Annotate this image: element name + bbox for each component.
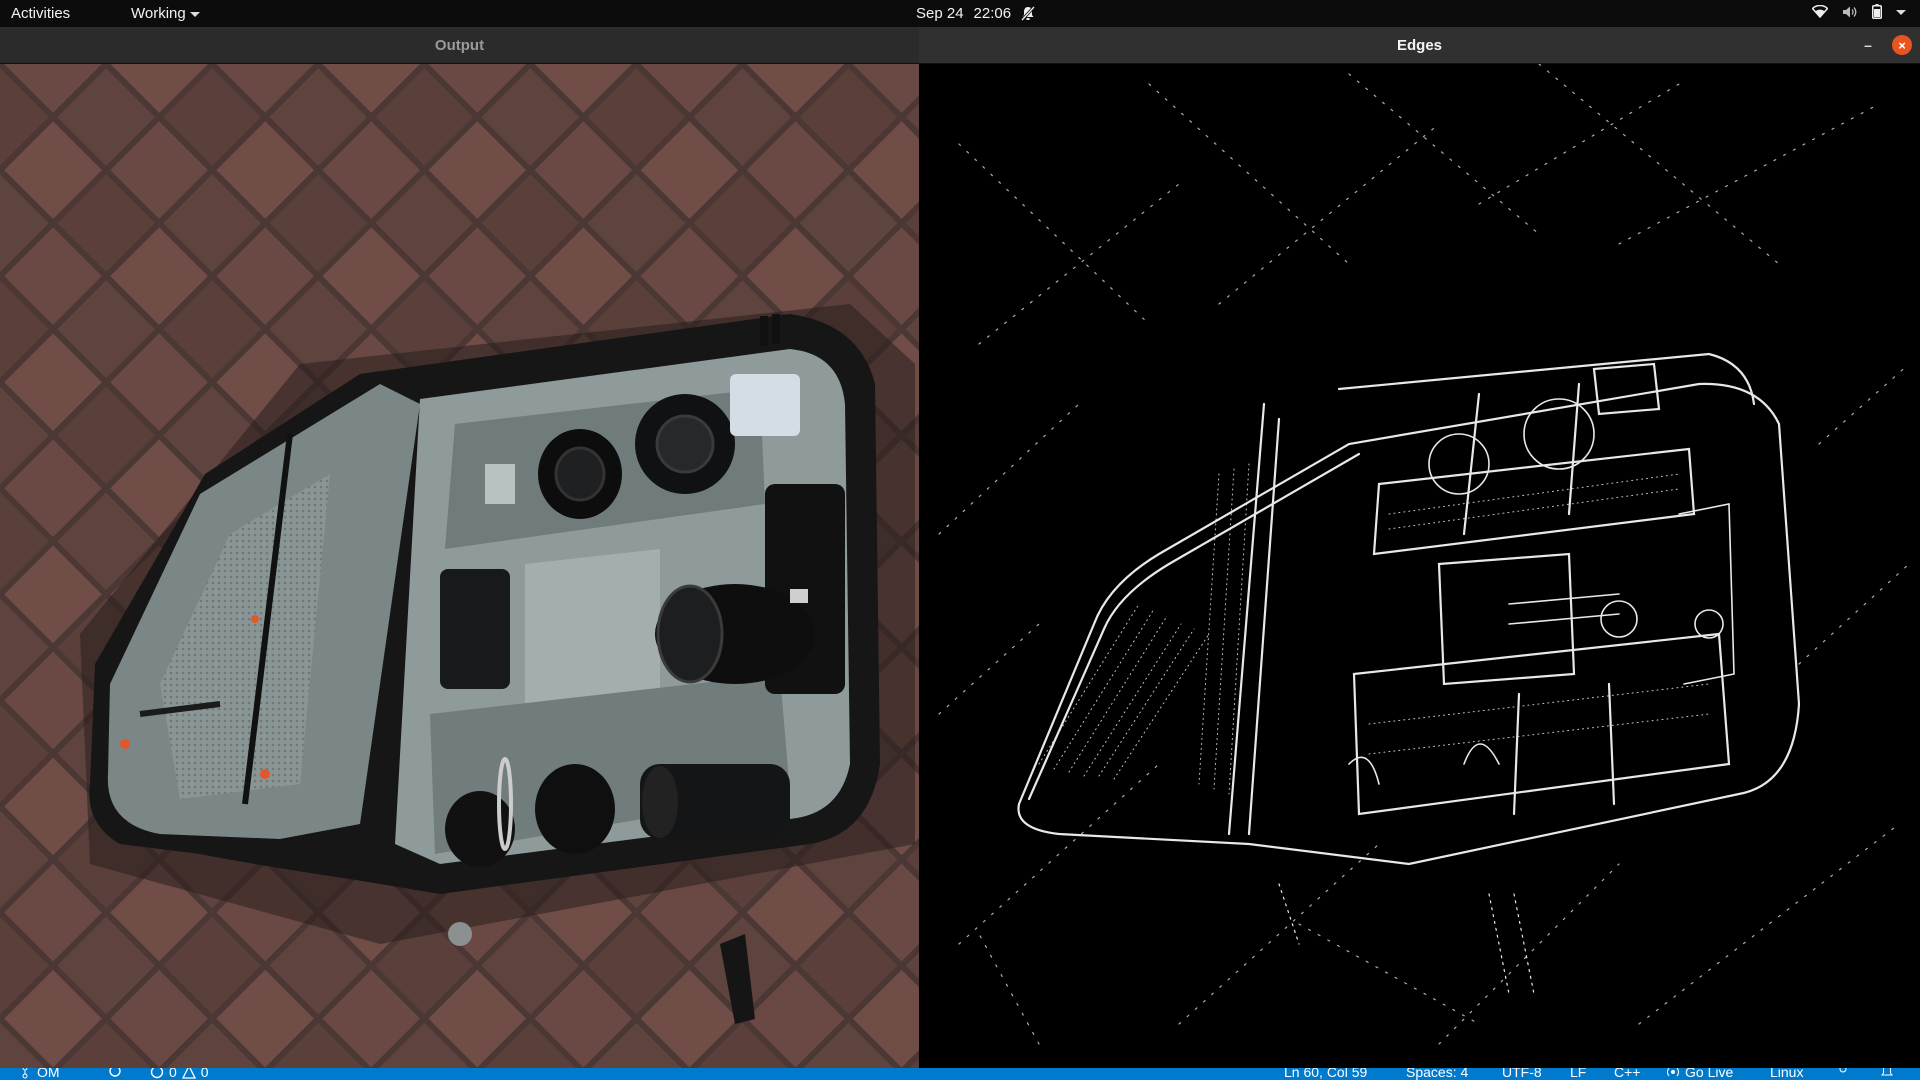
branch-label: OM xyxy=(37,1068,60,1080)
output-window-title: Output xyxy=(434,36,485,54)
edges-image xyxy=(919,64,1920,1068)
chevron-down-icon xyxy=(189,12,200,17)
output-window[interactable]: Output xyxy=(0,27,919,1068)
edges-window-title: Edges xyxy=(1396,36,1442,54)
source-branch-icon xyxy=(22,1068,28,1079)
volume-icon xyxy=(1843,6,1857,17)
activities-button[interactable]: Activities xyxy=(11,5,70,22)
problems-indicator[interactable]: 0 0 xyxy=(150,1068,209,1080)
encoding[interactable]: UTF-8 xyxy=(1502,1068,1542,1080)
warning-icon xyxy=(181,1068,196,1079)
clock-date: Sep 24 xyxy=(916,5,964,22)
window-controls: – × xyxy=(1858,35,1912,55)
clock[interactable]: Sep 24 22:06 xyxy=(916,5,1036,22)
line-ending[interactable]: LF xyxy=(1570,1068,1586,1080)
clock-time: 22:06 xyxy=(973,5,1012,22)
broadcast-icon xyxy=(1667,1068,1679,1077)
system-menu-arrow-icon xyxy=(1896,10,1906,15)
sync-icon[interactable] xyxy=(108,1068,122,1078)
output-titlebar[interactable]: Output xyxy=(0,27,919,64)
warning-count: 0 xyxy=(200,1068,209,1080)
output-image xyxy=(0,64,919,1068)
error-icon xyxy=(150,1068,164,1079)
error-count: 0 xyxy=(169,1068,177,1080)
account-icon[interactable] xyxy=(1836,1068,1850,1078)
go-live-label: Go Live xyxy=(1685,1068,1734,1080)
battery-icon xyxy=(1872,4,1882,19)
wifi-icon xyxy=(1812,5,1828,18)
language-mode[interactable]: C++ xyxy=(1614,1068,1640,1080)
app-menu[interactable]: Working xyxy=(131,5,200,22)
edges-titlebar[interactable]: Edges – × xyxy=(919,27,1920,64)
platform-indicator[interactable]: Linux xyxy=(1770,1068,1803,1080)
cursor-position[interactable]: Ln 60, Col 59 xyxy=(1284,1068,1367,1080)
indentation[interactable]: Spaces: 4 xyxy=(1406,1068,1468,1080)
minimize-button[interactable]: – xyxy=(1858,35,1878,55)
app-menu-label: Working xyxy=(131,5,186,22)
branch-indicator[interactable]: OM xyxy=(22,1068,60,1080)
top-bar: Activities Working Sep 24 22:06 xyxy=(0,0,1920,27)
notifications-off-icon xyxy=(1021,6,1036,21)
bell-icon[interactable] xyxy=(1880,1068,1894,1078)
close-button[interactable]: × xyxy=(1892,35,1912,55)
system-tray[interactable] xyxy=(1812,4,1906,19)
edges-window[interactable]: Edges – × xyxy=(919,27,1920,1068)
go-live-button[interactable]: Go Live xyxy=(1666,1068,1733,1080)
status-bar: OM 0 0 Ln 60, Col 59 Spaces: 4 UTF-8 LF … xyxy=(0,1068,1920,1080)
